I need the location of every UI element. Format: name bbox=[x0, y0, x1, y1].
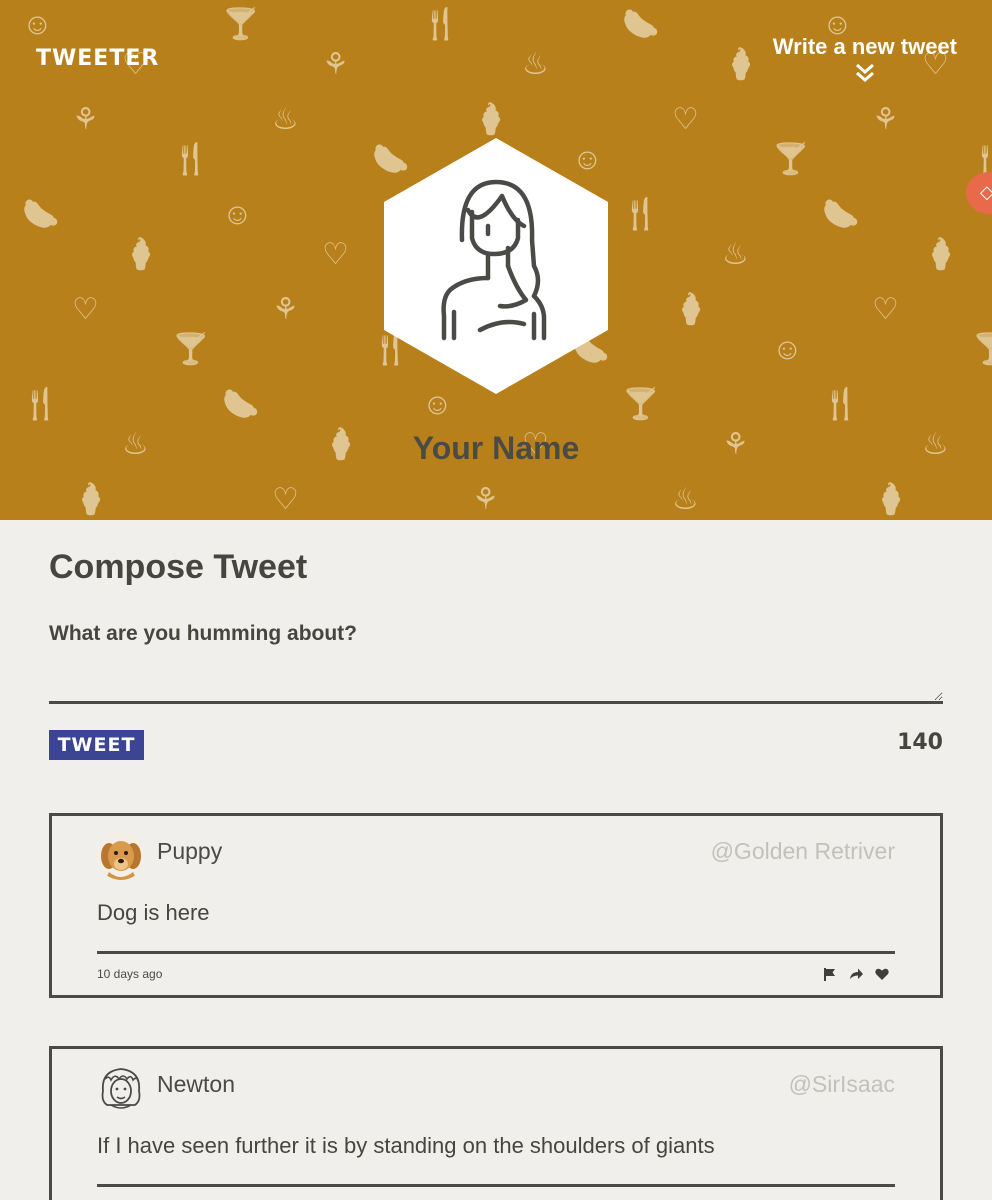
cocktail-icon: 🍸 bbox=[622, 388, 660, 421]
cocktail-icon: 🍸 bbox=[172, 333, 210, 366]
heart-outline-icon: ♡ bbox=[872, 293, 899, 326]
teapot-icon: ⚘ bbox=[872, 103, 899, 136]
heart-outline-icon: ♡ bbox=[72, 293, 99, 326]
cutlery-icon: 🍴 bbox=[22, 388, 60, 421]
tweet-card: Puppy @Golden Retriver Dog is here 10 da… bbox=[49, 813, 943, 998]
cutlery-icon: 🍴 bbox=[972, 143, 992, 176]
popsicle-icon: 🍦 bbox=[72, 483, 110, 516]
compose-section: Compose Tweet What are you humming about… bbox=[49, 548, 943, 762]
tweet-divider bbox=[97, 951, 895, 954]
cutlery-icon: 🍴 bbox=[422, 8, 460, 41]
teapot-icon: ⚘ bbox=[272, 293, 299, 326]
flag-icon[interactable] bbox=[822, 966, 838, 982]
profile-header: ☺♡🍸⚘🍴♨🌭🍦☺♡⚘🍴♨🌭🍦☺♡🍸⚘🍴🌭🍦☺♡🍸⚘🍴♨🌭🍦♡🍸⚘🍴♨🌭🍦☺♡🍸… bbox=[0, 0, 992, 520]
cocktail-icon: 🍸 bbox=[972, 333, 992, 366]
popsicle-icon: 🍦 bbox=[122, 238, 160, 271]
smiley-icon: ☺ bbox=[22, 8, 53, 41]
hotdog-icon: 🌭 bbox=[222, 388, 260, 421]
brand-logo[interactable]: TWEETER bbox=[36, 46, 159, 71]
double-chevron-down-icon bbox=[855, 63, 874, 82]
popsicle-icon: 🍦 bbox=[722, 48, 760, 81]
compose-actions: TWEET 140 bbox=[49, 728, 943, 762]
chef-hat-icon: ♨ bbox=[722, 238, 749, 271]
tweet-content: If I have seen further it is by standing… bbox=[97, 1133, 715, 1158]
write-new-tweet-toggle[interactable]: Write a new tweet bbox=[773, 34, 957, 84]
tweet-text-input[interactable] bbox=[49, 654, 943, 704]
teapot-icon: ⚘ bbox=[472, 483, 499, 516]
teapot-icon: ⚘ bbox=[72, 103, 99, 136]
tweet-author-handle: @SirIsaac bbox=[788, 1071, 895, 1097]
tweet-timestamp: 10 days ago bbox=[97, 967, 163, 981]
newton-avatar-icon bbox=[97, 1065, 145, 1113]
tweet-button[interactable]: TWEET bbox=[49, 730, 144, 760]
compose-title: Compose Tweet bbox=[49, 548, 308, 586]
puppy-avatar-icon bbox=[97, 832, 145, 880]
smiley-icon: ☺ bbox=[772, 333, 803, 366]
tweet-actions bbox=[822, 966, 890, 982]
retweet-icon[interactable] bbox=[848, 966, 864, 982]
popsicle-icon: 🍦 bbox=[922, 238, 960, 271]
smiley-icon: ☺ bbox=[222, 198, 253, 231]
cutlery-icon: 🍴 bbox=[622, 198, 660, 231]
hotdog-icon: 🌭 bbox=[22, 198, 60, 231]
heart-icon[interactable] bbox=[874, 966, 890, 982]
write-new-tweet-label: Write a new tweet bbox=[772, 34, 957, 59]
tweet-author-name: Newton bbox=[157, 1071, 235, 1097]
popsicle-icon: 🍦 bbox=[672, 293, 710, 326]
chef-hat-icon: ♨ bbox=[672, 483, 699, 516]
chef-hat-icon: ♨ bbox=[272, 103, 299, 136]
tweet-content: Dog is here bbox=[97, 900, 210, 925]
cocktail-icon: 🍸 bbox=[222, 8, 260, 41]
profile-avatar bbox=[384, 138, 608, 394]
tweet-author-name: Puppy bbox=[157, 838, 223, 864]
teapot-icon: ⚘ bbox=[322, 48, 349, 81]
smiley-icon: ☺ bbox=[422, 388, 453, 421]
profile-name: Your Name bbox=[412, 430, 580, 466]
tweet-divider bbox=[97, 1184, 895, 1187]
tweet-author-avatar bbox=[97, 1065, 145, 1113]
heart-outline-icon: ♡ bbox=[272, 483, 299, 516]
chef-hat-icon: ♨ bbox=[522, 48, 549, 81]
heart-outline-icon: ♡ bbox=[322, 238, 349, 271]
hotdog-icon: 🌭 bbox=[822, 198, 860, 231]
popsicle-icon: 🍦 bbox=[472, 103, 510, 136]
character-counter: 140 bbox=[897, 730, 943, 755]
compose-prompt-label: What are you humming about? bbox=[49, 622, 357, 645]
hotdog-icon: 🌭 bbox=[622, 8, 660, 41]
popsicle-icon: 🍦 bbox=[872, 483, 910, 516]
cocktail-icon: 🍸 bbox=[772, 143, 810, 176]
tweet-author-handle: @Golden Retriver bbox=[710, 838, 895, 864]
tweet-card: Newton @SirIsaac If I have seen further … bbox=[49, 1046, 943, 1200]
cutlery-icon: 🍴 bbox=[172, 143, 210, 176]
heart-outline-icon: ♡ bbox=[672, 103, 699, 136]
cutlery-icon: 🍴 bbox=[822, 388, 860, 421]
tweet-author-avatar bbox=[97, 832, 145, 880]
page: ☺♡🍸⚘🍴♨🌭🍦☺♡⚘🍴♨🌭🍦☺♡🍸⚘🍴🌭🍦☺♡🍸⚘🍴♨🌭🍦♡🍸⚘🍴♨🌭🍦☺♡🍸… bbox=[0, 0, 992, 1200]
